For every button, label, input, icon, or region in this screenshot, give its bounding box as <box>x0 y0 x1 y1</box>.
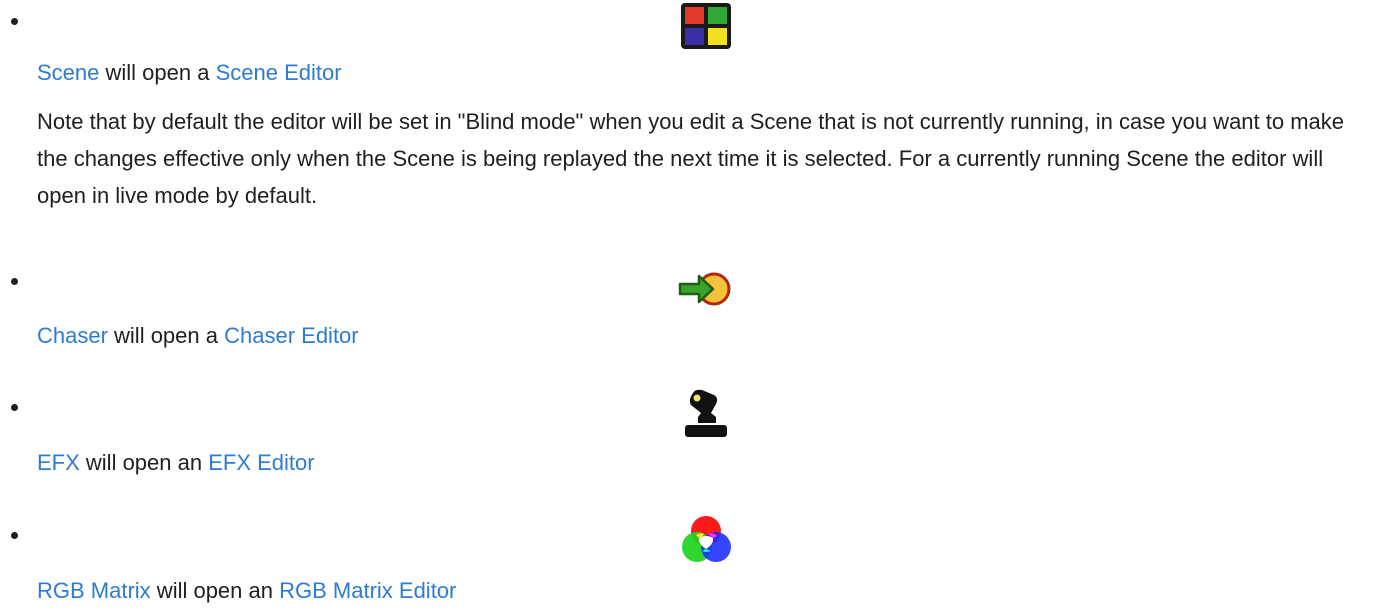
chaser-line: Chaser will open a Chaser Editor <box>37 322 359 350</box>
bullet <box>11 278 18 285</box>
rgb-matrix-icon <box>678 513 734 565</box>
efx-line: EFX will open an EFX Editor <box>37 449 315 477</box>
bullet <box>11 404 18 411</box>
rgb-matrix-middle-text: will open an <box>150 578 280 603</box>
chaser-link[interactable]: Chaser <box>37 323 108 348</box>
function-editor-list: Scene will open a Scene Editor Note that… <box>0 0 1376 610</box>
scene-line: Scene will open a Scene Editor <box>37 59 342 87</box>
rgb-matrix-line: RGB Matrix will open an RGB Matrix Edito… <box>37 577 456 605</box>
rgb-matrix-editor-link[interactable]: RGB Matrix Editor <box>279 578 456 603</box>
efx-middle-text: will open an <box>79 450 209 475</box>
bullet <box>11 18 18 25</box>
rgb-matrix-link[interactable]: RGB Matrix <box>37 578 151 603</box>
efx-link[interactable]: EFX <box>37 450 80 475</box>
chaser-middle-text: will open a <box>107 323 225 348</box>
chaser-editor-link[interactable]: Chaser Editor <box>224 323 359 348</box>
scene-icon <box>678 1 734 53</box>
scene-middle-text: will open a <box>99 60 216 85</box>
efx-editor-link[interactable]: EFX Editor <box>208 450 314 475</box>
chaser-icon <box>678 263 734 315</box>
efx-icon <box>678 387 734 439</box>
scene-link[interactable]: Scene <box>37 60 99 85</box>
bullet <box>11 532 18 539</box>
scene-editor-link[interactable]: Scene Editor <box>216 60 342 85</box>
scene-blind-mode-note: Note that by default the editor will be … <box>37 109 1345 208</box>
